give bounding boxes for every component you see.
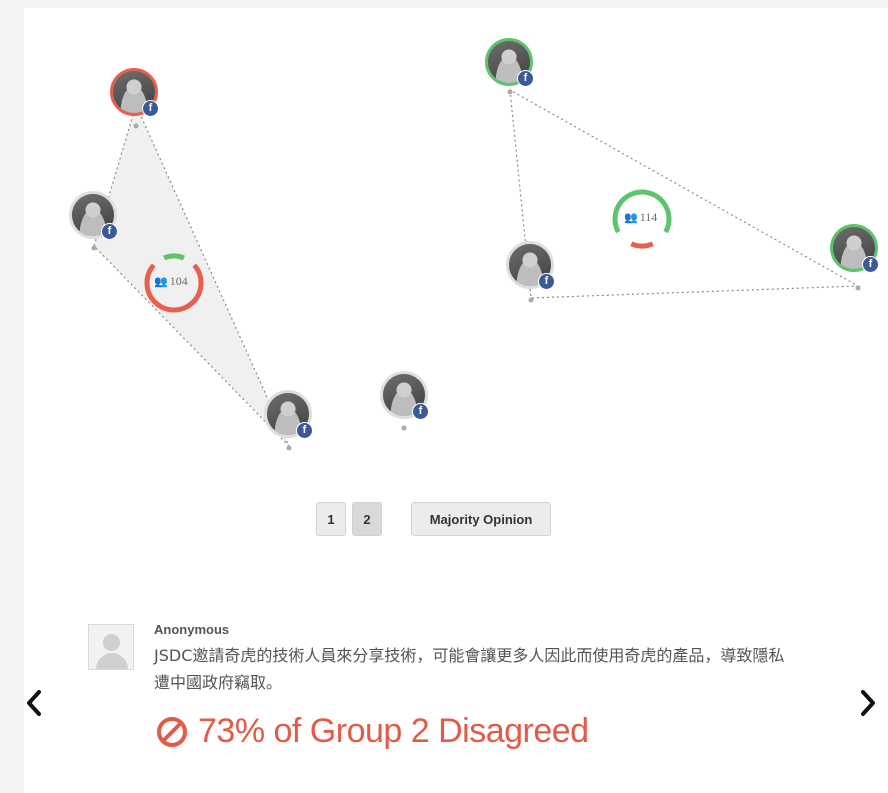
facebook-icon: f	[412, 403, 429, 420]
comment-text: JSDC邀請奇虎的技術人員來分享技術，可能會讓更多人因此而使用奇虎的產品，導致隱…	[154, 646, 785, 692]
agree-arc	[163, 253, 185, 261]
majority-opinion-button[interactable]: Majority Opinion	[411, 502, 551, 536]
facebook-icon: f	[142, 100, 159, 117]
group-1-count[interactable]: 👥 104	[154, 274, 188, 289]
group-1-hull	[93, 103, 290, 447]
participant-avatar[interactable]: f	[110, 68, 159, 117]
group-1-count-value: 104	[169, 274, 188, 288]
comment-author: Anonymous	[154, 622, 230, 637]
facebook-icon: f	[538, 273, 555, 290]
page-selector: 1 2	[316, 502, 382, 536]
chevron-left-icon	[27, 690, 41, 716]
facebook-icon: f	[517, 70, 534, 87]
page-1-button[interactable]: 1	[316, 502, 346, 536]
disagree-arc	[630, 241, 654, 249]
participant-avatar[interactable]: f	[69, 191, 118, 240]
group-2-hull	[509, 88, 861, 299]
facebook-icon: f	[296, 422, 313, 439]
group-2-count-value: 114	[639, 210, 658, 224]
facebook-icon: f	[862, 256, 879, 273]
participant-avatar[interactable]: f	[380, 371, 429, 420]
facebook-icon: f	[101, 223, 118, 240]
chevron-right-icon	[861, 690, 875, 716]
participant-avatar[interactable]: f	[506, 241, 555, 290]
people-icon: 👥	[624, 212, 638, 224]
no-entry-icon	[157, 716, 187, 747]
verdict-text: 73% of Group 2 Disagreed	[198, 712, 589, 750]
page-2-button[interactable]: 2	[352, 502, 382, 536]
previous-comment-button[interactable]	[24, 686, 44, 720]
participant-avatar[interactable]: f	[485, 38, 534, 87]
group-2-count[interactable]: 👥 114	[624, 210, 657, 225]
people-icon: 👥	[154, 276, 168, 288]
participant-avatar[interactable]: f	[830, 224, 879, 273]
group-verdict: 73% of Group 2 Disagreed	[156, 712, 589, 751]
next-comment-button[interactable]	[858, 686, 878, 720]
participant-avatar[interactable]: f	[264, 390, 313, 439]
anonymous-avatar	[88, 624, 134, 670]
